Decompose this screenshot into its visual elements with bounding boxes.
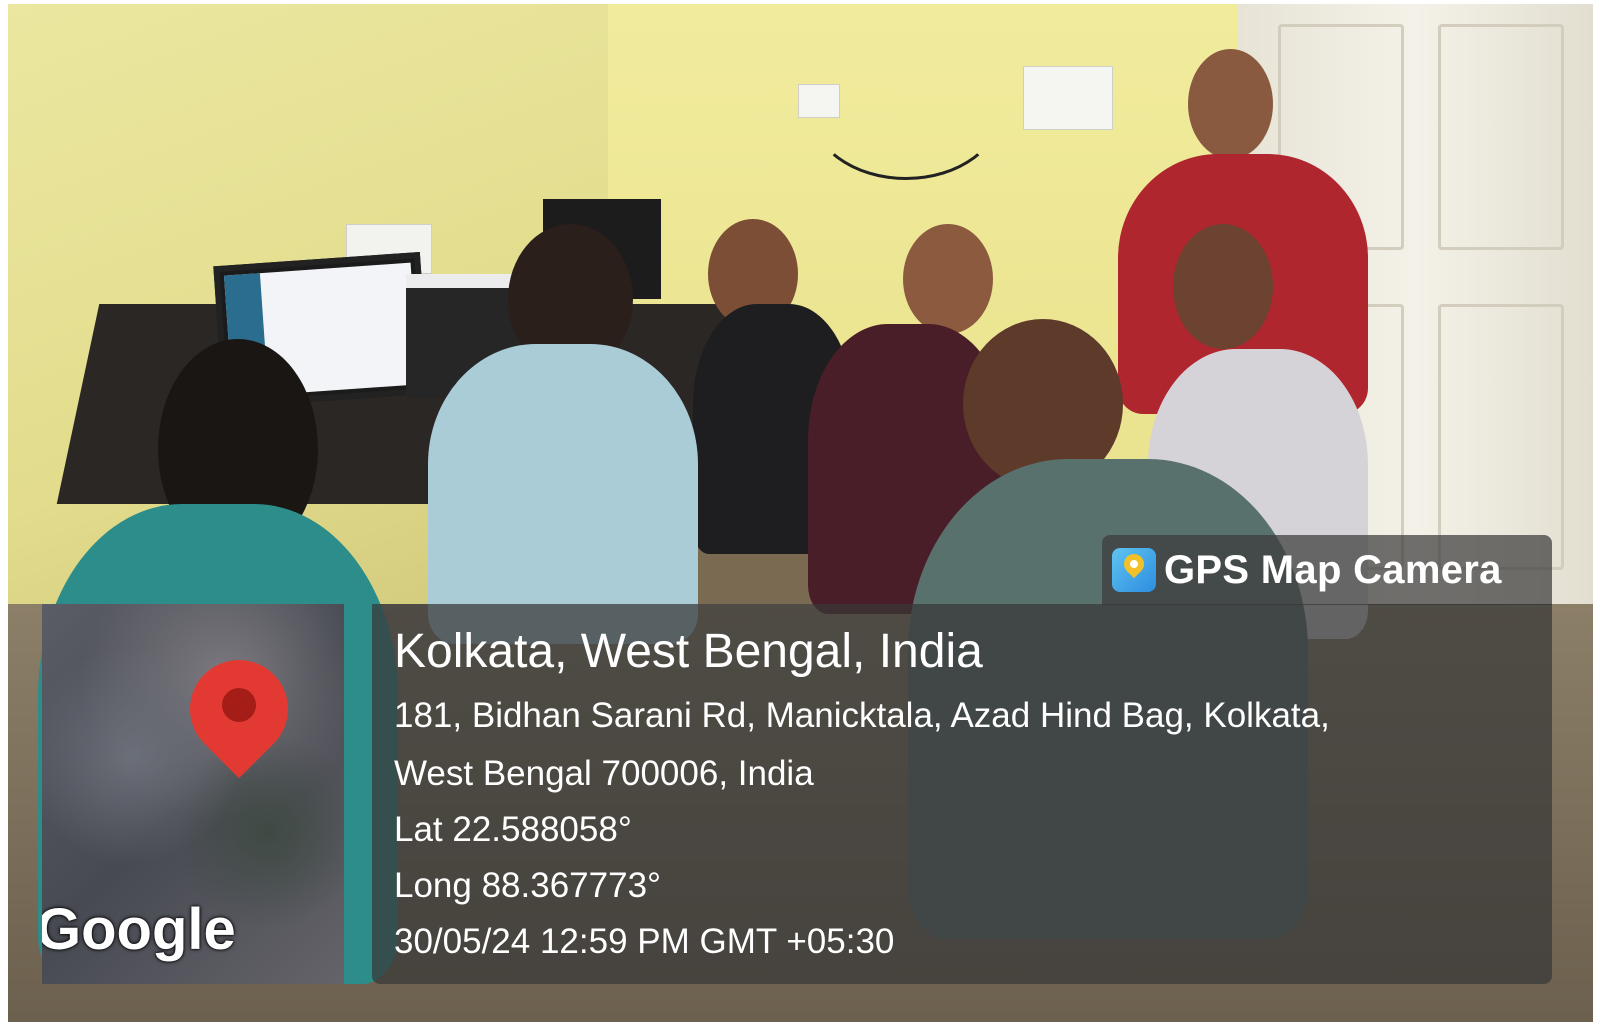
- location-title: Kolkata, West Bengal, India: [394, 625, 983, 678]
- cable: [808, 34, 1004, 180]
- datetime-text: 30/05/24 12:59 PM GMT +05:30: [394, 922, 895, 961]
- map-thumbnail: Google: [42, 604, 344, 984]
- gps-app-badge: GPS Map Camera: [1102, 535, 1552, 605]
- longitude-text: Long 88.367773°: [394, 866, 662, 905]
- app-name: GPS Map Camera: [1164, 547, 1502, 592]
- gps-map-camera-icon: [1112, 548, 1156, 592]
- location-info-panel: Kolkata, West Bengal, India 181, Bidhan …: [372, 604, 1552, 984]
- switchboard: [1023, 66, 1113, 130]
- map-pin-dot: [222, 688, 256, 722]
- address-line-1: 181, Bidhan Sarani Rd, Manicktala, Azad …: [394, 696, 1330, 735]
- address-line-2: West Bengal 700006, India: [394, 754, 814, 793]
- latitude-text: Lat 22.588058°: [394, 810, 632, 849]
- google-logo: Google: [42, 897, 236, 962]
